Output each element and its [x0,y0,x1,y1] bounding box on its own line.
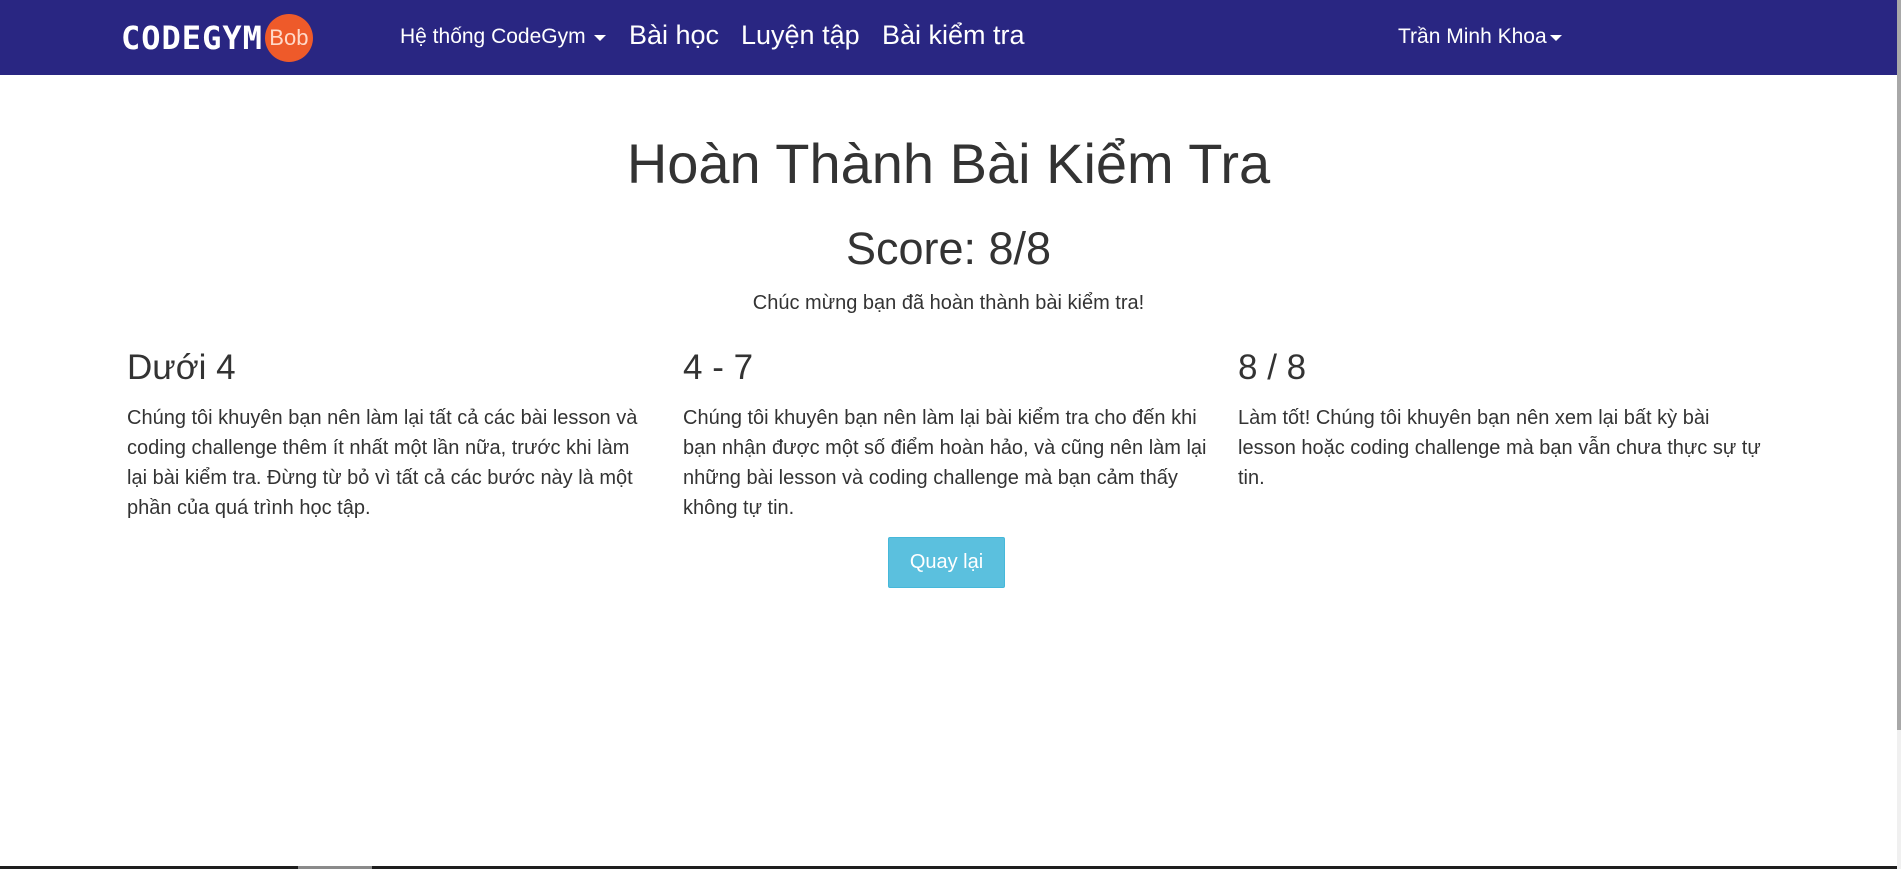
score-text: Score: 8/8 [845,223,1052,274]
logo-link[interactable]: CODEGYM Bob [121,12,313,64]
nav-tests-link[interactable]: Bài kiểm tra [882,20,1025,51]
logo-badge: Bob [264,14,313,62]
top-navbar: CODEGYM Bob Hệ thống CodeGym Bài học Luy… [0,0,1897,75]
vertical-scrollbar[interactable] [1897,0,1901,869]
nav-system-label: Hệ thống CodeGym [400,25,586,48]
advice-text: Chúng tôi khuyên bạn nên làm lại bài kiể… [683,407,1207,519]
scrollbar-thumb[interactable] [1897,0,1901,730]
advice-column-4-7: 4 - 7 Chúng tôi khuyên bạn nên làm lại b… [683,346,1209,523]
advice-heading: 4 - 7 [683,348,754,387]
page: CODEGYM Bob Hệ thống CodeGym Bài học Luy… [0,0,1901,869]
page-title: Hoàn Thành Bài Kiểm Tra [626,132,1271,195]
advice-heading: 8 / 8 [1238,348,1307,387]
nav-lessons-link[interactable]: Bài học [629,20,719,51]
advice-text: Làm tốt! Chúng tôi khuyên bạn nên xem lạ… [1238,407,1761,489]
nav-practice-link[interactable]: Luyện tập [741,20,860,51]
caret-down-icon [1549,35,1562,41]
back-button[interactable]: Quay lại [888,537,1005,588]
nav-system-dropdown[interactable]: Hệ thống CodeGym [400,25,606,49]
advice-heading: Dưới 4 [127,348,236,387]
logo-wordmark: CODEGYM [121,19,263,57]
user-menu-dropdown[interactable]: Trần Minh Khoa [1398,25,1562,49]
congrats-message: Chúc mừng bạn đã hoàn thành bài kiểm tra… [752,292,1145,314]
caret-down-icon [593,35,606,41]
advice-column-below-4: Dưới 4 Chúng tôi khuyên bạn nên làm lại … [127,346,653,523]
advice-column-perfect: 8 / 8 Làm tốt! Chúng tôi khuyên bạn nên … [1238,346,1764,493]
user-name: Trần Minh Khoa [1398,25,1547,48]
advice-text: Chúng tôi khuyên bạn nên làm lại tất cả … [127,407,638,519]
